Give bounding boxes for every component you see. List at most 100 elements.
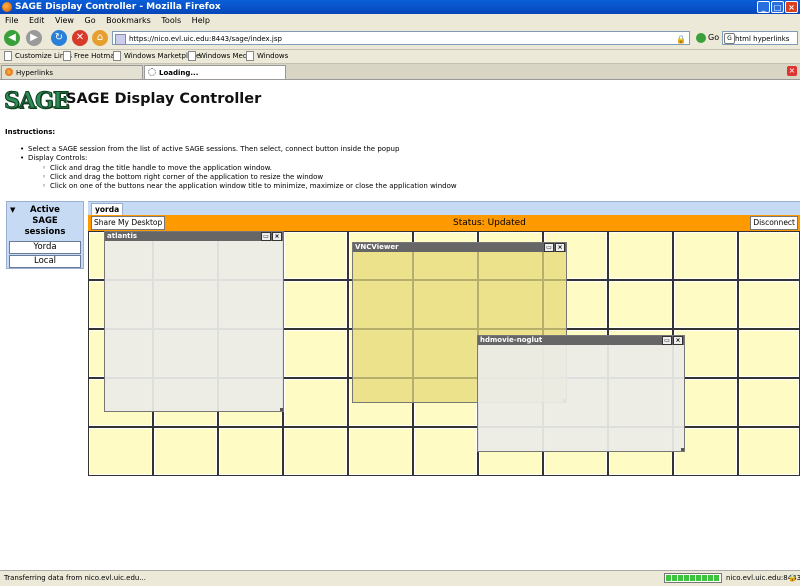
display-tile: [738, 378, 800, 427]
bookmarks-toolbar: Customize Links Free Hotmail Windows Mar…: [0, 50, 800, 64]
back-icon[interactable]: ◀: [4, 30, 20, 46]
share-desktop-button[interactable]: Share My Desktop: [91, 216, 166, 230]
resize-handle[interactable]: [681, 448, 684, 451]
document-icon: [246, 51, 254, 61]
app-window-atlantis[interactable]: atlantis ▭ ×: [104, 231, 284, 412]
display-tile: [608, 231, 673, 280]
app-title-handle[interactable]: atlantis ▭ ×: [105, 232, 283, 241]
instruction-subitem: Click and drag the title handle to move …: [42, 164, 457, 174]
window-title: SAGE Display Controller - Mozilla Firefo…: [15, 2, 221, 12]
instruction-subitem: Click and drag the bottom right corner o…: [42, 173, 457, 183]
display-tile: [738, 231, 800, 280]
display-tile: [738, 280, 800, 329]
display-tile: [283, 329, 348, 378]
menu-tools[interactable]: Tools: [161, 16, 181, 25]
url-text: https://nico.evl.uic.edu:8443/sage/index…: [129, 35, 282, 43]
sage-logo: SAGE: [4, 88, 71, 114]
firefox-icon: [5, 68, 13, 76]
collapse-triangle-icon[interactable]: ▼: [10, 205, 15, 216]
menu-view[interactable]: View: [55, 16, 74, 25]
menu-go[interactable]: Go: [85, 16, 96, 25]
tab-hyperlinks[interactable]: Hyperlinks: [1, 65, 143, 79]
app-window-hdmovie-noglut[interactable]: hdmovie-noglut ▭ ×: [477, 335, 685, 452]
app-title-handle[interactable]: hdmovie-noglut ▭ ×: [478, 336, 684, 345]
menu-help[interactable]: Help: [192, 16, 210, 25]
close-tab-icon[interactable]: ×: [787, 66, 797, 76]
session-yorda-button[interactable]: Yorda: [9, 241, 81, 254]
home-icon[interactable]: ⌂: [92, 30, 108, 46]
display-tile: [738, 427, 800, 476]
display-tile: [673, 280, 738, 329]
session-local-button[interactable]: Local: [9, 255, 81, 268]
display-tile: [413, 427, 478, 476]
browser-status-bar: Transferring data from nico.evl.uic.edu.…: [0, 570, 800, 586]
tab-loading[interactable]: Loading...: [144, 65, 286, 79]
menu-edit[interactable]: Edit: [29, 16, 45, 25]
progress-bar: [664, 573, 722, 583]
display-tile: [348, 427, 413, 476]
active-sessions-panel: ▼ Active SAGE sessions Yorda Local: [6, 201, 84, 269]
display-tile: [283, 280, 348, 329]
display-tile: [218, 427, 283, 476]
forward-icon[interactable]: ▶: [26, 30, 42, 46]
instruction-item: Display Controls:: [20, 154, 457, 164]
lock-icon[interactable]: 🔒: [788, 571, 797, 585]
document-icon: [4, 51, 12, 61]
page-favicon-icon: [115, 33, 126, 45]
maximize-icon[interactable]: □: [771, 1, 784, 13]
bookmark-customize-links[interactable]: Customize Links: [4, 50, 72, 63]
menu-file[interactable]: File: [5, 16, 18, 25]
bookmark-windows-media[interactable]: Windows Media: [188, 50, 254, 63]
display-tile: [283, 378, 348, 427]
status-message: Transferring data from nico.evl.uic.edu.…: [4, 574, 147, 582]
go-label: Go: [708, 33, 720, 42]
go-button[interactable]: Go: [696, 31, 719, 45]
instructions-list: Select a SAGE session from the list of a…: [20, 145, 457, 192]
document-icon: [63, 51, 71, 61]
app-window-body: [105, 241, 283, 411]
lock-icon[interactable]: 🔒: [676, 33, 686, 47]
display-tile: [88, 427, 153, 476]
disconnect-button[interactable]: Disconnect: [750, 216, 798, 230]
go-icon: [696, 32, 706, 43]
page-title: SAGE Display Controller: [66, 91, 262, 107]
url-bar[interactable]: https://nico.evl.uic.edu:8443/sage/index…: [112, 31, 690, 45]
document-icon: [188, 51, 196, 61]
app-title-handle[interactable]: VNCViewer ▭ ×: [353, 243, 566, 252]
menu-bookmarks[interactable]: Bookmarks: [106, 16, 151, 25]
display-tile: [153, 427, 218, 476]
display-tile: [608, 280, 673, 329]
search-text: html hyperlinks: [735, 35, 790, 43]
maximize-icon[interactable]: ▭: [662, 336, 672, 345]
navigation-toolbar: ◀ ▶ ↻ ✕ ⌂ https://nico.evl.uic.edu:8443/…: [0, 27, 800, 50]
display-control-bar: Share My Desktop Status: Updated Disconn…: [88, 215, 800, 231]
display-tile: [283, 427, 348, 476]
instructions-heading: Instructions:: [5, 128, 56, 136]
app-window-body: [478, 345, 684, 451]
reload-icon[interactable]: ↻: [51, 30, 67, 46]
stop-icon[interactable]: ✕: [72, 30, 88, 46]
display-tile: [673, 231, 738, 280]
close-icon[interactable]: ×: [673, 336, 683, 345]
display-wall[interactable]: atlantis ▭ × VNCViewer ▭ × hdmovie-noglu…: [88, 231, 800, 476]
maximize-icon[interactable]: ▭: [544, 243, 554, 252]
firefox-icon: [2, 2, 12, 12]
instruction-subitem: Click on one of the buttons near the app…: [42, 182, 457, 192]
menu-bar: File Edit View Go Bookmarks Tools Help: [0, 14, 800, 27]
maximize-icon[interactable]: ▭: [261, 232, 271, 241]
sessions-heading[interactable]: ▼ Active SAGE sessions: [7, 205, 83, 238]
bookmark-windows[interactable]: Windows: [246, 50, 288, 63]
display-tile: [738, 329, 800, 378]
progress-fill: [666, 575, 720, 581]
display-tile: [283, 231, 348, 280]
minimize-icon[interactable]: _: [757, 1, 770, 13]
close-icon[interactable]: ×: [272, 232, 282, 241]
close-icon[interactable]: ×: [785, 1, 798, 13]
search-input[interactable]: G html hyperlinks: [722, 31, 798, 45]
window-titlebar: SAGE Display Controller - Mozilla Firefo…: [0, 0, 800, 14]
bookmark-free-hotmail[interactable]: Free Hotmail: [63, 50, 118, 63]
resize-handle[interactable]: [280, 408, 283, 411]
close-icon[interactable]: ×: [555, 243, 565, 252]
tab-bar: Hyperlinks Loading... ×: [0, 64, 800, 80]
search-engine-icon[interactable]: G: [724, 33, 735, 44]
